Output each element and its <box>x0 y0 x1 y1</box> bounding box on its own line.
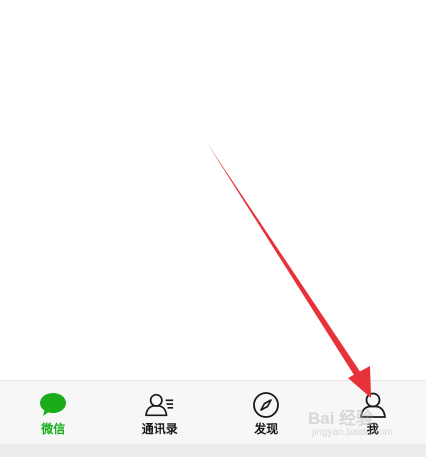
watermark-text: Bai 经验 <box>308 409 374 428</box>
content-area <box>0 0 426 380</box>
chat-bubble-icon <box>38 391 68 419</box>
tab-discover[interactable]: 发现 <box>213 381 320 444</box>
tab-chats[interactable]: 微信 <box>0 381 107 444</box>
tab-label: 微信 <box>41 422 66 436</box>
compass-icon <box>251 391 281 419</box>
tab-label: 通讯录 <box>141 422 178 436</box>
contacts-icon <box>144 391 175 419</box>
watermark-sub: jingyan.baidu.com <box>312 427 393 438</box>
tab-contacts[interactable]: 通讯录 <box>107 381 214 444</box>
watermark: Bai 经验 jingyan.baidu.com <box>308 404 393 438</box>
screen: 微信 通讯录 发现 我 Bai 经验 jingyan.baidu.com <box>0 0 426 457</box>
bottom-strip <box>0 444 426 457</box>
tab-label: 发现 <box>254 422 279 436</box>
